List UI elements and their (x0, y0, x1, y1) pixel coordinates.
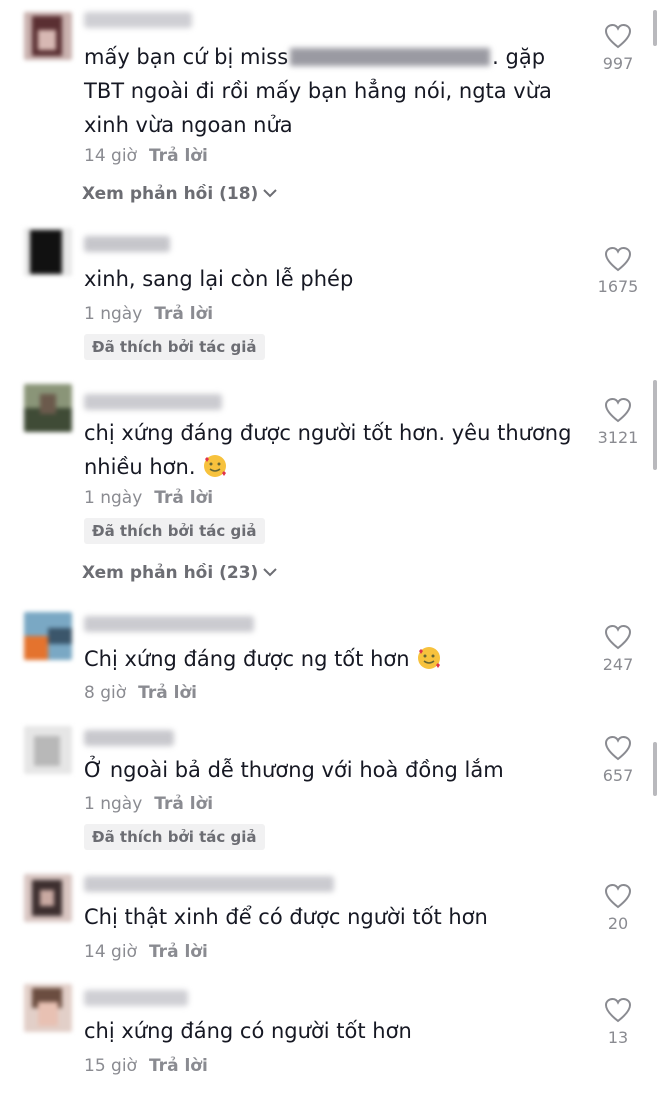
comment-meta: 14 giờ Trả lời (84, 942, 208, 962)
username[interactable] (84, 12, 192, 28)
scrollbar[interactable] (653, 10, 657, 46)
comment-time: 14 giờ (84, 942, 137, 962)
chevron-down-icon (262, 184, 278, 204)
comment-text: Ở ngoài bả dễ thương với hoà đồng lắm (84, 758, 504, 782)
heart-outline-icon (604, 883, 632, 909)
comment-text: xinh, sang lại còn lễ phép (84, 267, 354, 291)
reply-button[interactable]: Trả lời (154, 488, 213, 508)
comment-text: mấy bạn cứ bị miss. gặp TBT ngoài đi rồi… (84, 45, 552, 137)
comment-meta: 14 giờ Trả lời (84, 146, 208, 166)
reply-button[interactable]: Trả lời (149, 146, 208, 166)
liked-by-author-badge: Đã thích bởi tác giả (84, 518, 265, 544)
heart-outline-icon (604, 735, 632, 761)
like-count: 997 (602, 54, 634, 73)
heart-outline-icon (604, 23, 632, 49)
smiling-face-with-hearts-icon (202, 453, 228, 479)
username[interactable] (84, 730, 174, 746)
reply-button[interactable]: Trả lời (149, 942, 208, 962)
like-count: 3121 (597, 428, 639, 447)
liked-by-author-badge: Đã thích bởi tác giả (84, 824, 265, 850)
heart-outline-icon (604, 397, 632, 423)
comment-meta: 1 ngày Trả lời (84, 488, 213, 508)
comment-time: 15 giờ (84, 1056, 137, 1076)
avatar[interactable] (24, 12, 72, 60)
comment-text: chị xứng đáng có người tốt hơn (84, 1019, 412, 1043)
like-button[interactable]: 13 (590, 996, 646, 1047)
comment-time: 1 ngày (84, 488, 143, 508)
avatar[interactable] (24, 984, 72, 1032)
avatar[interactable] (24, 874, 72, 922)
chevron-down-icon (262, 563, 278, 583)
like-button[interactable]: 247 (590, 623, 646, 674)
like-button[interactable]: 1675 (590, 245, 646, 296)
avatar[interactable] (24, 726, 72, 774)
like-count: 1675 (597, 277, 639, 296)
like-button[interactable]: 3121 (590, 396, 646, 447)
comment-text: Chị xứng đáng được ng tốt hơn (84, 642, 584, 676)
like-count: 20 (607, 914, 629, 933)
comment-time: 1 ngày (84, 794, 143, 814)
like-button[interactable]: 997 (590, 22, 646, 73)
comment-meta: 15 giờ Trả lời (84, 1056, 208, 1076)
reply-button[interactable]: Trả lời (154, 794, 213, 814)
view-replies-button[interactable]: Xem phản hồi (23) (82, 563, 278, 583)
avatar[interactable] (24, 228, 72, 276)
comment-meta: 1 ngày Trả lời (84, 794, 213, 814)
comment-time: 1 ngày (84, 304, 143, 324)
username[interactable] (84, 616, 254, 632)
liked-by-author-badge: Đã thích bởi tác giả (84, 334, 265, 360)
comment-meta: 8 giờ Trả lời (84, 683, 197, 703)
heart-outline-icon (604, 997, 632, 1023)
scrollbar[interactable] (653, 380, 657, 470)
comment-text: Chị thật xinh để có được người tốt hơn (84, 905, 488, 929)
username[interactable] (84, 990, 188, 1006)
like-count: 247 (602, 655, 634, 674)
like-button[interactable]: 20 (590, 882, 646, 933)
like-button[interactable]: 657 (590, 734, 646, 785)
comment-meta: 1 ngày Trả lời (84, 304, 213, 324)
reply-button[interactable]: Trả lời (138, 683, 197, 703)
username[interactable] (84, 236, 170, 252)
view-replies-button[interactable]: Xem phản hồi (18) (82, 184, 278, 204)
comment-time: 14 giờ (84, 146, 137, 166)
comment-text: chị xứng đáng được người tốt hơn. yêu th… (84, 421, 572, 479)
reply-button[interactable]: Trả lời (154, 304, 213, 324)
redacted-text (290, 48, 491, 66)
avatar[interactable] (24, 384, 72, 432)
reply-button[interactable]: Trả lời (149, 1056, 208, 1076)
username[interactable] (84, 876, 334, 892)
heart-outline-icon (604, 246, 632, 272)
like-count: 13 (607, 1028, 629, 1047)
like-count: 657 (602, 766, 634, 785)
smiling-face-with-hearts-icon (416, 645, 442, 671)
comment-time: 8 giờ (84, 683, 127, 703)
username[interactable] (84, 394, 222, 410)
avatar[interactable] (24, 612, 72, 660)
scrollbar[interactable] (653, 742, 657, 796)
heart-outline-icon (604, 624, 632, 650)
